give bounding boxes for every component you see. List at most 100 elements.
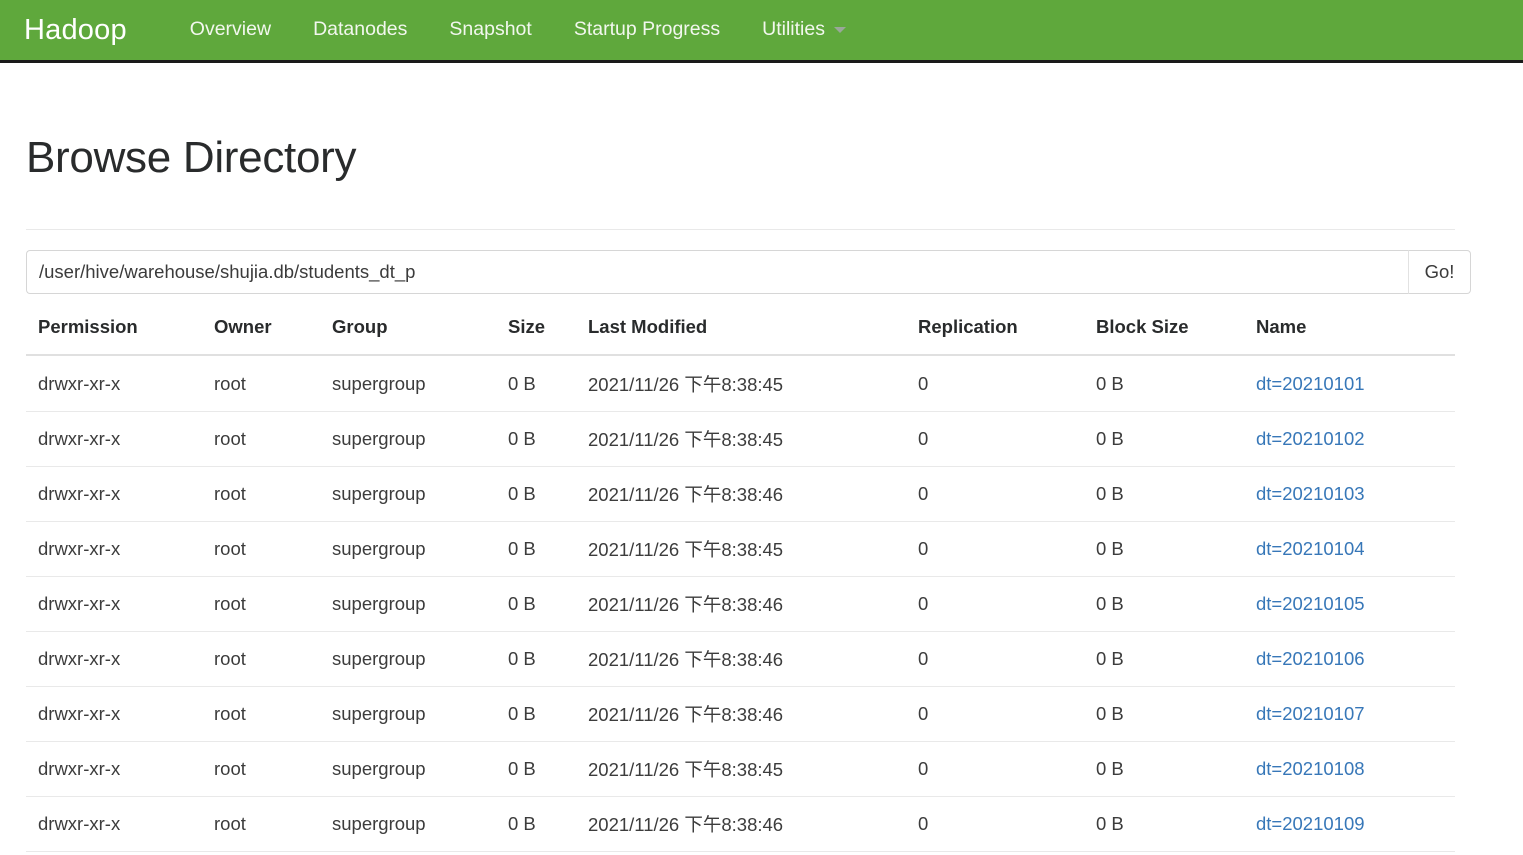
file-group: supergroup: [320, 741, 496, 797]
file-last-modified: 2021/11/26 下午8:38:45: [576, 741, 906, 797]
file-name-link[interactable]: dt=20210104: [1256, 538, 1365, 559]
file-permission: drwxr-xr-x: [26, 796, 202, 852]
file-name-cell: dt=20210101: [1244, 355, 1455, 412]
go-button[interactable]: Go!: [1409, 250, 1471, 294]
file-name-cell: dt=20210107: [1244, 686, 1455, 742]
file-owner: root: [202, 796, 320, 852]
file-name-link[interactable]: dt=20210103: [1256, 483, 1365, 504]
nav-items: Overview Datanodes Snapshot Startup Prog…: [169, 0, 862, 60]
file-size: 0 B: [496, 851, 576, 855]
nav-item-overview[interactable]: Overview: [169, 0, 292, 60]
file-group: supergroup: [320, 521, 496, 577]
file-permission: drwxr-xr-x: [26, 851, 202, 855]
nav-item-startup-progress[interactable]: Startup Progress: [553, 0, 741, 60]
file-owner: root: [202, 686, 320, 742]
nav-item-overview-label: Overview: [189, 18, 272, 41]
file-name-cell: dt=20210110: [1244, 851, 1455, 855]
file-owner: root: [202, 851, 320, 855]
file-size: 0 B: [496, 631, 576, 687]
file-last-modified: 2021/11/26 下午8:38:46: [576, 851, 906, 855]
file-permission: drwxr-xr-x: [26, 741, 202, 797]
file-size: 0 B: [496, 466, 576, 522]
table-row: drwxr-xr-xrootsupergroup0 B2021/11/26 下午…: [26, 576, 1455, 632]
file-size: 0 B: [496, 686, 576, 742]
file-permission: drwxr-xr-x: [26, 466, 202, 522]
page-title: Browse Directory: [26, 133, 357, 182]
file-owner: root: [202, 521, 320, 577]
file-name-link[interactable]: dt=20210107: [1256, 703, 1365, 724]
table-row: drwxr-xr-xrootsupergroup0 B2021/11/26 下午…: [26, 686, 1455, 742]
file-size: 0 B: [496, 355, 576, 412]
table-row: drwxr-xr-xrootsupergroup0 B2021/11/26 下午…: [26, 521, 1455, 577]
file-size: 0 B: [496, 576, 576, 632]
file-replication: 0: [906, 851, 1084, 855]
file-last-modified: 2021/11/26 下午8:38:45: [576, 521, 906, 577]
file-name-link[interactable]: dt=20210106: [1256, 648, 1365, 669]
nav-item-utilities[interactable]: Utilities: [741, 0, 862, 60]
file-replication: 0: [906, 686, 1084, 742]
table-row: drwxr-xr-xrootsupergroup0 B2021/11/26 下午…: [26, 411, 1455, 467]
nav-item-snapshot[interactable]: Snapshot: [428, 0, 552, 60]
file-block-size: 0 B: [1084, 741, 1244, 797]
file-replication: 0: [906, 466, 1084, 522]
table-body: drwxr-xr-x root supergroup 0 B 2021/11/26 下午…: [26, 355, 1455, 855]
file-name-link[interactable]: dt=20210108: [1256, 758, 1365, 779]
column-header-size[interactable]: Size: [496, 316, 576, 356]
file-block-size: 0 B: [1084, 576, 1244, 632]
column-header-group[interactable]: Group: [320, 316, 496, 356]
file-name-link[interactable]: dt=20210109: [1256, 813, 1365, 834]
nav-item-startup-progress-label: Startup Progress: [573, 18, 721, 41]
file-permission: drwxr-xr-x: [26, 576, 202, 632]
file-permission: drwxr-xr-x: [26, 631, 202, 687]
file-permission: drwxr-xr-x: [26, 411, 202, 467]
file-name-link[interactable]: dt=20210105: [1256, 593, 1365, 614]
file-replication: 0: [906, 741, 1084, 797]
file-last-modified: 2021/11/26 下午8:38:46: [576, 686, 906, 742]
file-owner: root: [202, 355, 320, 412]
file-group: supergroup: [320, 686, 496, 742]
file-block-size: 0 B: [1084, 521, 1244, 577]
file-last-modified: 2021/11/26 下午8:38:46: [576, 576, 906, 632]
file-last-modified: 2021/11/26 下午8:38:46: [576, 466, 906, 522]
file-name-cell: dt=20210104: [1244, 521, 1455, 577]
file-owner: root: [202, 576, 320, 632]
file-size: 0 B: [496, 796, 576, 852]
nav-item-utilities-label: Utilities: [762, 18, 825, 41]
nav-item-datanodes[interactable]: Datanodes: [292, 0, 428, 60]
file-owner: root: [202, 741, 320, 797]
file-name-cell: dt=20210108: [1244, 741, 1455, 797]
title-divider: [26, 229, 1455, 230]
table-row: drwxr-xr-xrootsupergroup0 B2021/11/26 下午…: [26, 466, 1455, 522]
file-block-size: 0 B: [1084, 466, 1244, 522]
table-header: Permission Owner Group Size Last Modifie…: [26, 316, 1455, 356]
table-row: drwxr-xr-xrootsupergroup0 B2021/11/26 下午…: [26, 355, 1455, 412]
column-header-permission[interactable]: Permission: [26, 316, 202, 356]
file-block-size: 0 B: [1084, 355, 1244, 412]
file-replication: 0: [906, 521, 1084, 577]
path-input[interactable]: [26, 250, 1409, 294]
file-group: supergroup: [320, 411, 496, 467]
file-block-size: 0 B: [1084, 411, 1244, 467]
column-header-last-modified[interactable]: Last Modified: [576, 316, 906, 356]
nav-item-snapshot-label: Snapshot: [449, 18, 532, 41]
file-last-modified: 2021/11/26 下午8:38:46: [576, 631, 906, 687]
file-permission: drwxr-xr-x: [26, 686, 202, 742]
file-replication: 0: [906, 355, 1084, 412]
table-row: drwxr-xr-xrootsupergroup0 B2021/11/26 下午…: [26, 851, 1455, 855]
file-group: supergroup: [320, 851, 496, 855]
file-size: 0 B: [496, 411, 576, 467]
table-header-row: Permission Owner Group Size Last Modifie…: [26, 316, 1455, 356]
file-name-cell: dt=20210103: [1244, 466, 1455, 522]
file-name-link[interactable]: dt=20210101: [1256, 373, 1365, 394]
file-name-link[interactable]: dt=20210102: [1256, 428, 1365, 449]
file-owner: root: [202, 631, 320, 687]
file-name-cell: dt=20210106: [1244, 631, 1455, 687]
path-input-group: Go!: [26, 250, 1471, 294]
column-header-replication[interactable]: Replication: [906, 316, 1084, 356]
column-header-block-size[interactable]: Block Size: [1084, 316, 1244, 356]
file-group: supergroup: [320, 466, 496, 522]
brand-hadoop[interactable]: Hadoop: [24, 15, 127, 45]
column-header-name[interactable]: Name: [1244, 316, 1455, 356]
file-name-cell: dt=20210102: [1244, 411, 1455, 467]
column-header-owner[interactable]: Owner: [202, 316, 320, 356]
